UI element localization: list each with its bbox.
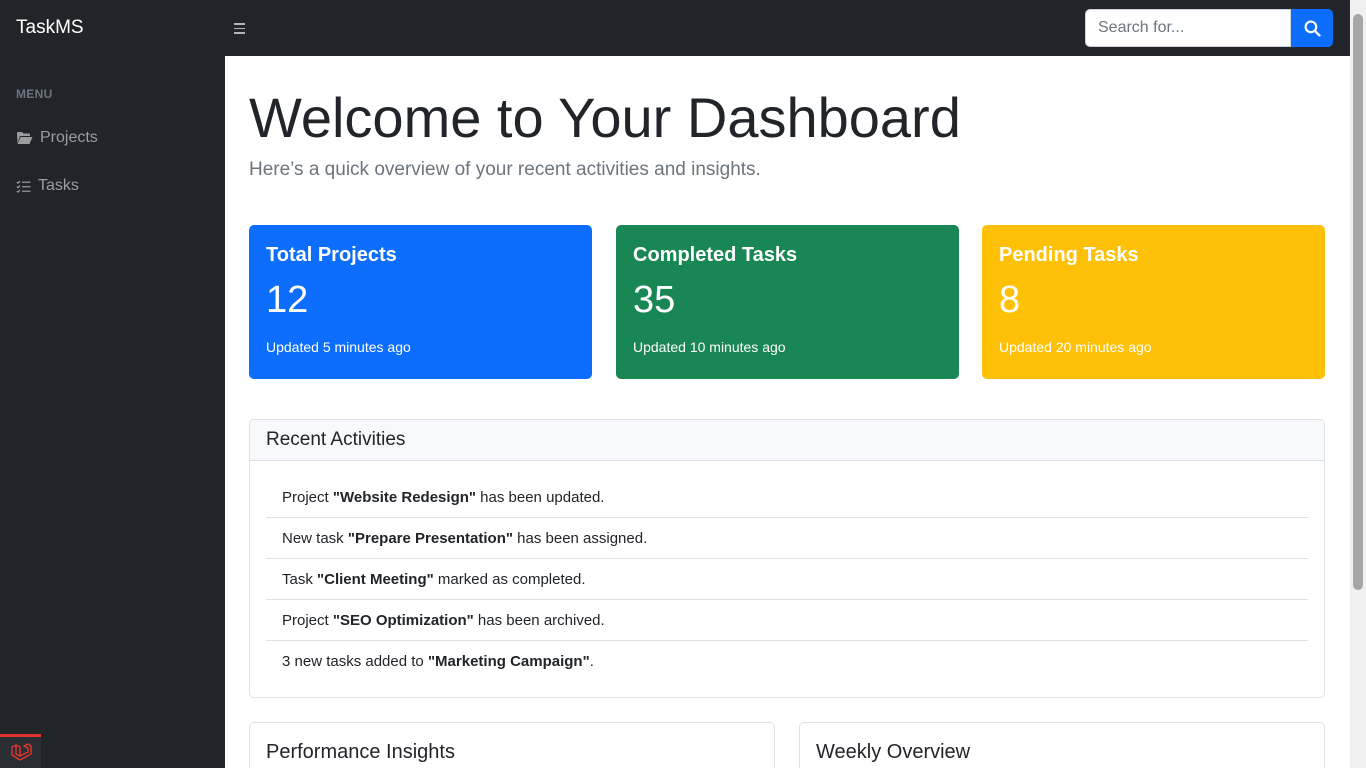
search-input[interactable] xyxy=(1085,9,1291,47)
list-item: Project "SEO Optimization" has been arch… xyxy=(266,600,1308,641)
top-navbar: TaskMS xyxy=(0,0,1350,56)
stat-updated-text: Updated 20 minutes ago xyxy=(999,339,1152,355)
laravel-logo-icon xyxy=(10,742,32,761)
laravel-debug-button[interactable] xyxy=(0,734,41,768)
page-title: Welcome to Your Dashboard xyxy=(249,86,961,149)
list-check-icon xyxy=(16,180,32,193)
stat-card-total-projects[interactable]: Total Projects 12 Updated 5 minutes ago xyxy=(249,225,592,379)
activity-list: Project "Website Redesign" has been upda… xyxy=(250,461,1324,682)
sidebar: MENU Projects Tasks xyxy=(0,56,225,768)
search-icon xyxy=(1304,20,1321,37)
sidebar-item-label: Projects xyxy=(40,129,98,146)
stat-value: 35 xyxy=(633,279,676,321)
stat-card-completed-tasks[interactable]: Completed Tasks 35 Updated 10 minutes ag… xyxy=(616,225,959,379)
sidebar-item-label: Tasks xyxy=(38,177,79,194)
page-subtitle: Here’s a quick overview of your recent a… xyxy=(249,159,761,180)
performance-insights-title: Performance Insights xyxy=(266,741,455,763)
stat-updated-text: Updated 10 minutes ago xyxy=(633,339,786,355)
page-scrollbar[interactable] xyxy=(1350,0,1366,768)
sidebar-item-tasks[interactable]: Tasks xyxy=(16,174,79,198)
stat-card-pending-tasks[interactable]: Pending Tasks 8 Updated 20 minutes ago xyxy=(982,225,1325,379)
stat-title: Completed Tasks xyxy=(633,244,798,266)
list-item: 3 new tasks added to "Marketing Campaign… xyxy=(282,653,594,670)
stat-title: Pending Tasks xyxy=(999,244,1139,266)
sidebar-item-projects[interactable]: Projects xyxy=(16,126,98,150)
recent-activities-title: Recent Activities xyxy=(250,420,1324,461)
search-button[interactable] xyxy=(1291,9,1333,47)
weekly-overview-title: Weekly Overview xyxy=(816,741,971,763)
stat-value: 8 xyxy=(999,279,1021,321)
stat-value: 12 xyxy=(266,279,309,321)
stat-title: Total Projects xyxy=(266,244,397,266)
sidebar-heading: MENU xyxy=(16,87,53,101)
recent-activities-card: Recent Activities Project "Website Redes… xyxy=(249,419,1325,698)
list-item: Project "Website Redesign" has been upda… xyxy=(266,477,1308,518)
search-form xyxy=(1085,9,1333,47)
weekly-overview-card: Weekly Overview xyxy=(799,722,1325,768)
stat-updated-text: Updated 5 minutes ago xyxy=(266,339,411,355)
scrollbar-thumb[interactable] xyxy=(1353,14,1363,590)
performance-insights-card: Performance Insights xyxy=(249,722,775,768)
brand-logo-text[interactable]: TaskMS xyxy=(16,17,84,39)
folder-open-icon xyxy=(16,131,34,145)
sidebar-toggle-icon[interactable] xyxy=(232,20,248,36)
list-item: Task "Client Meeting" marked as complete… xyxy=(266,559,1308,600)
list-item: New task "Prepare Presentation" has been… xyxy=(266,518,1308,559)
main-content: Welcome to Your Dashboard Here’s a quick… xyxy=(225,56,1350,768)
